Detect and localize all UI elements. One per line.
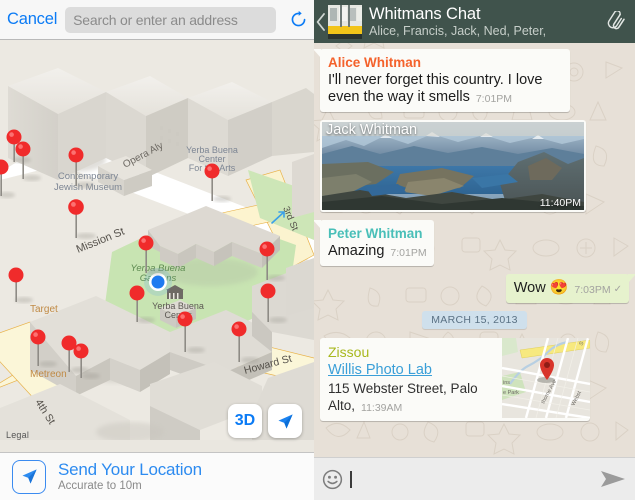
location-map-thumbnail[interactable]: ins e Park thorne Ave Webst S — [502, 338, 590, 418]
message-text: Wow 😍 7:03PM ✓ — [514, 279, 622, 298]
svg-text:ins: ins — [503, 380, 510, 386]
single-check-icon: ✓ — [613, 284, 622, 295]
message-sender: Zissou — [328, 344, 370, 360]
location-place-link[interactable]: Willis Photo Lab — [328, 361, 496, 380]
send-location-text: Send Your Location Accurate to 10m — [58, 460, 202, 493]
map-locate-button[interactable] — [268, 404, 302, 438]
search-placeholder: Search or enter an address — [73, 11, 238, 28]
message-list[interactable]: Alice Whitman I'll never forget this cou… — [314, 43, 635, 457]
chat-header: Whitmans Chat Alice, Francis, Jack, Ned,… — [314, 0, 635, 43]
message-time: 11:40PM — [539, 197, 581, 209]
chat-pane: Whitmans Chat Alice, Francis, Jack, Ned,… — [314, 0, 635, 500]
location-address: 115 Webster Street, Palo Alto, 11:39AM — [328, 380, 496, 416]
chat-title-block[interactable]: Whitmans Chat Alice, Francis, Jack, Ned,… — [369, 5, 601, 39]
message-time: 7:03PM — [574, 284, 611, 296]
chat-participants: Alice, Francis, Jack, Ned, Peter, — [369, 23, 547, 38]
message-row: Jack Whitman 11:40PM — [320, 120, 629, 212]
message-bubble-jack-image[interactable]: Jack Whitman 11:40PM — [320, 120, 586, 212]
app-root: Cancel Search or enter an address Missio… — [0, 0, 635, 500]
message-time: 7:01PM — [475, 93, 513, 105]
search-input[interactable]: Search or enter an address — [65, 6, 276, 33]
message-body: Amazing — [328, 243, 385, 259]
svg-text:e Park: e Park — [503, 390, 519, 396]
paperclip-icon[interactable] — [601, 10, 635, 33]
message-sender: Peter Whitman — [328, 226, 423, 241]
map-3d-button[interactable]: 3D — [228, 404, 262, 438]
message-row: Wow 😍 7:03PM ✓ — [320, 274, 635, 303]
send-arrow-icon[interactable] — [591, 470, 635, 488]
message-bubble-outgoing[interactable]: Wow 😍 7:03PM ✓ — [505, 274, 635, 303]
date-chip: MARCH 15, 2013 — [422, 311, 527, 329]
message-body: Wow — [513, 280, 546, 296]
send-location-accuracy: Accurate to 10m — [58, 480, 142, 492]
message-row: Alice Whitman I'll never forget this cou… — [314, 49, 629, 112]
message-input-bar — [314, 457, 635, 500]
text-caret — [350, 470, 352, 488]
location-details: Zissou Willis Photo Lab 115 Webster Stre… — [320, 338, 502, 421]
navigation-arrow-icon — [12, 459, 46, 494]
message-time: 11:39AM — [361, 402, 403, 414]
maps-toolbar: Cancel Search or enter an address — [0, 0, 314, 40]
locate-arrow-icon — [277, 413, 293, 429]
map-label-target: Target — [30, 304, 58, 315]
smiley-icon[interactable] — [314, 469, 350, 490]
send-location-title: Send Your Location — [58, 460, 202, 479]
refresh-icon[interactable] — [282, 0, 314, 40]
map-label-metreon: Metreon — [30, 369, 67, 380]
message-bubble-alice[interactable]: Alice Whitman I'll never forget this cou… — [314, 49, 570, 112]
cancel-button[interactable]: Cancel — [0, 10, 65, 29]
send-location-button[interactable]: Send Your Location Accurate to 10m — [0, 452, 314, 500]
avatar[interactable] — [328, 4, 362, 39]
date-divider-row: MARCH 15, 2013 — [320, 311, 629, 329]
message-text: Amazing 7:01PM — [328, 243, 427, 261]
location-address-text: 115 Webster Street, Palo Alto, — [328, 381, 478, 413]
maps-pane: Cancel Search or enter an address Missio… — [0, 0, 314, 500]
message-text: I'll never forget this country. I love e… — [328, 72, 563, 107]
message-sender: Jack Whitman — [326, 122, 418, 138]
message-time: 7:01PM — [390, 247, 427, 259]
chat-title: Whitmans Chat — [369, 4, 481, 23]
heart-eyes-emoji: 😍 — [549, 279, 569, 296]
map-canvas[interactable]: Mission St Opera Aly 3rd St Howard St 4t… — [0, 40, 314, 440]
message-sender: Alice Whitman — [328, 55, 422, 70]
map-legal-label[interactable]: Legal — [6, 430, 29, 440]
back-chevron-icon[interactable] — [314, 12, 328, 31]
message-input[interactable] — [350, 458, 591, 500]
message-row: Peter Whitman Amazing 7:01PM — [314, 220, 629, 266]
message-bubble-peter[interactable]: Peter Whitman Amazing 7:01PM — [314, 220, 434, 266]
message-bubble-location[interactable]: Zissou Willis Photo Lab 115 Webster Stre… — [320, 338, 590, 421]
message-row: Zissou Willis Photo Lab 115 Webster Stre… — [320, 338, 629, 421]
map-label-cjm: Contemporary — [58, 171, 118, 182]
